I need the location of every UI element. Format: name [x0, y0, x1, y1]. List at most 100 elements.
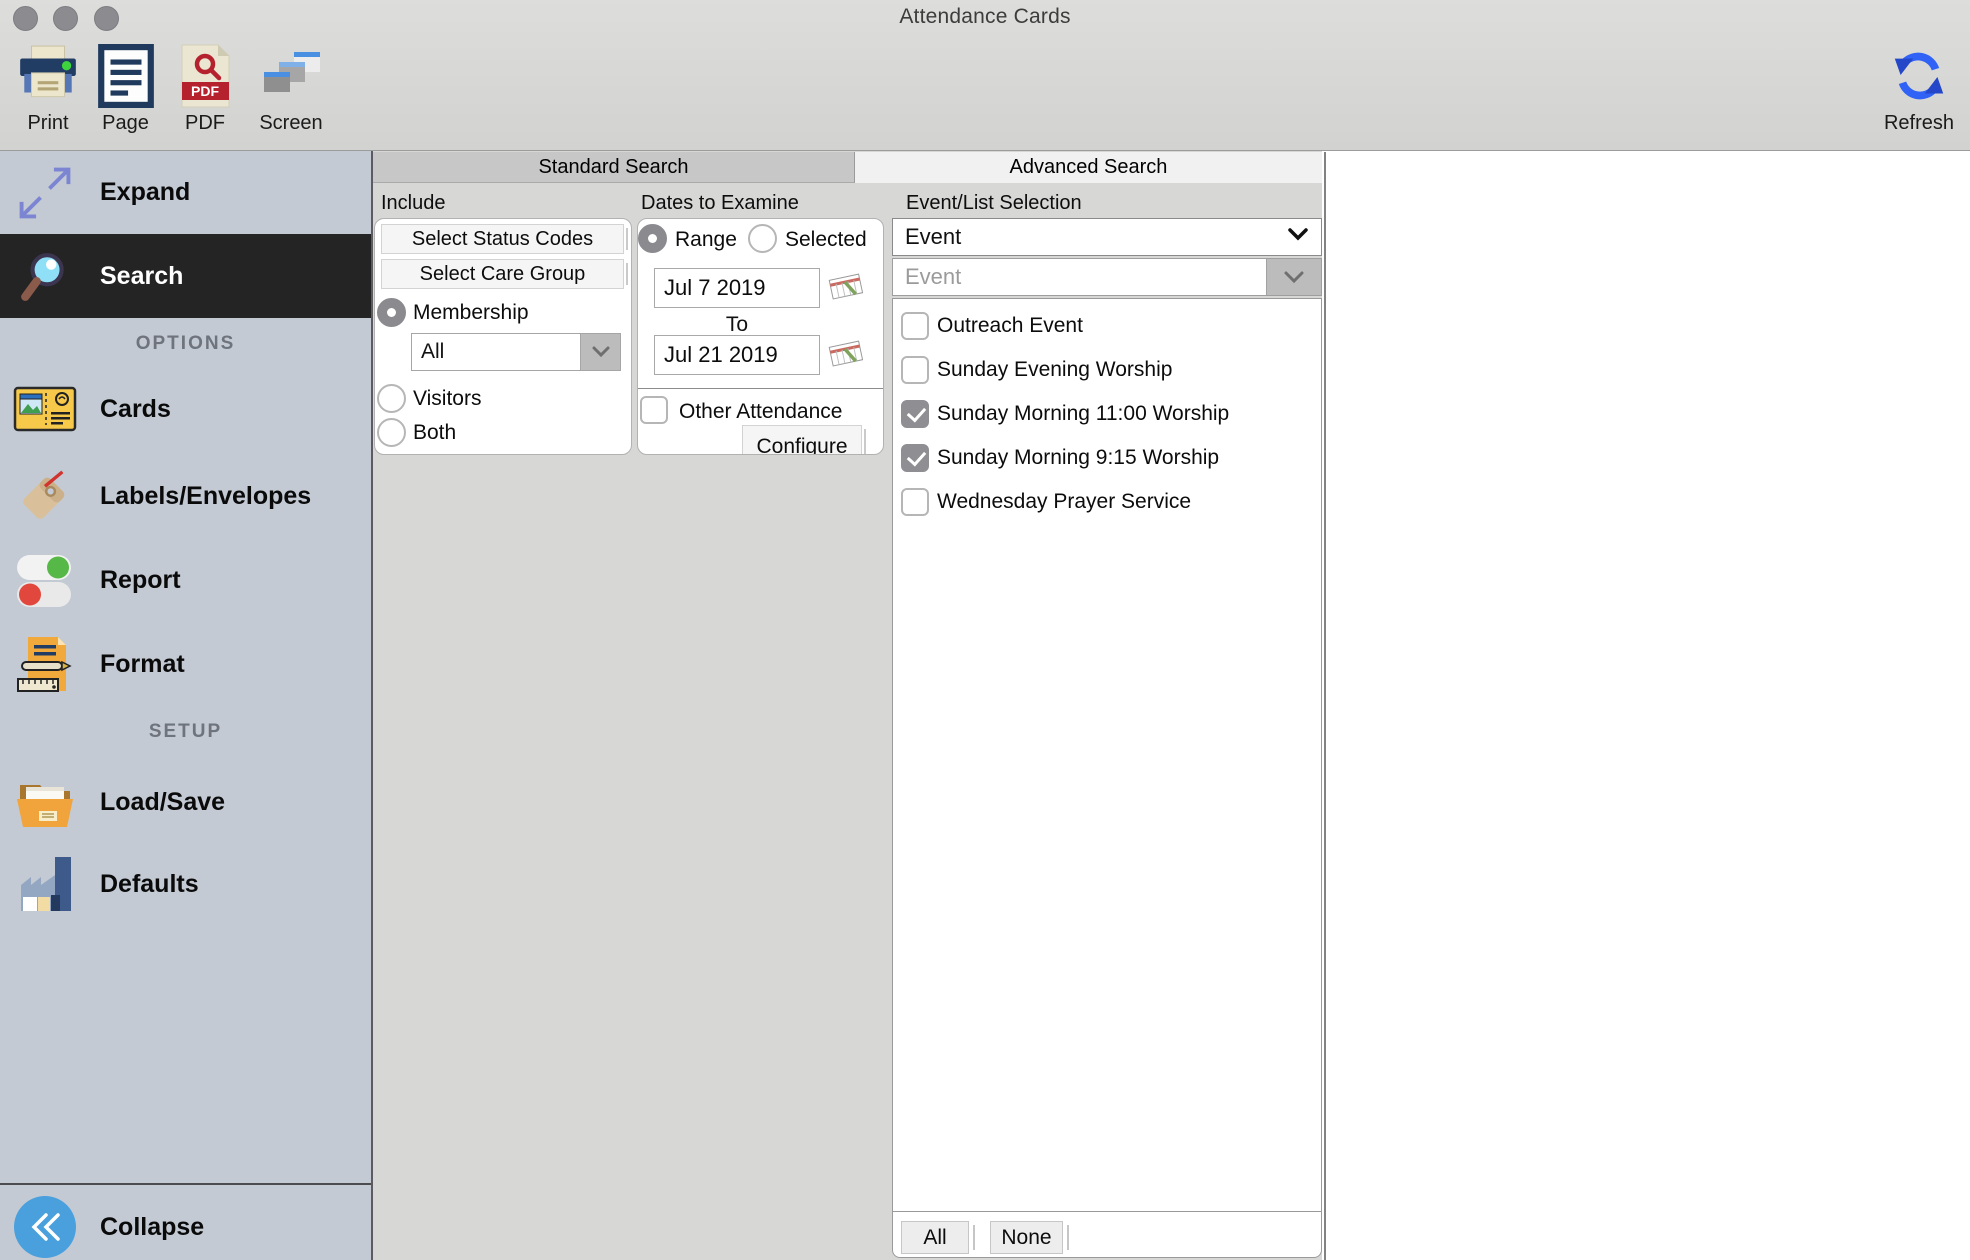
event-checkbox[interactable]: [901, 312, 929, 340]
screen-label: Screen: [246, 112, 336, 135]
page-icon: [88, 42, 163, 110]
chevron-down-icon: [1266, 259, 1321, 295]
dates-panel: Range Selected To: [637, 218, 884, 455]
calendar-icon[interactable]: [826, 272, 866, 304]
screen-button[interactable]: Screen: [246, 42, 336, 135]
event-checkbox[interactable]: [901, 444, 929, 472]
refresh-button[interactable]: Refresh: [1874, 42, 1964, 135]
sidebar-section-options: OPTIONS: [0, 333, 371, 355]
event-checkbox[interactable]: [901, 400, 929, 428]
toggles-icon: [12, 551, 78, 609]
toolbar: Attendance Cards Print: [0, 0, 1970, 151]
range-radio-label: Range: [675, 228, 737, 252]
sidebar-item-label: Expand: [100, 178, 190, 207]
sidebar-item-cards[interactable]: Cards: [0, 379, 371, 439]
sidebar: Expand Search OPTIONS: [0, 151, 373, 1260]
select-all-button[interactable]: All: [901, 1221, 969, 1254]
screen-icon: [246, 42, 336, 110]
selected-radio-label: Selected: [785, 228, 867, 252]
dates-header: Dates to Examine: [641, 192, 799, 215]
sidebar-item-collapse[interactable]: Collapse: [0, 1191, 371, 1260]
pdf-label: PDF: [167, 112, 243, 135]
sidebar-item-label: Format: [100, 650, 185, 679]
sidebar-item-label: Report: [100, 566, 181, 595]
event-row: Sunday Morning 9:15 Worship: [893, 436, 1321, 480]
sidebar-item-label: Load/Save: [100, 788, 225, 817]
membership-filter-dropdown[interactable]: All: [411, 333, 621, 371]
membership-radio[interactable]: [377, 298, 406, 327]
from-date-input[interactable]: [654, 268, 820, 308]
print-button[interactable]: Print: [8, 42, 88, 135]
sidebar-item-load-save[interactable]: Load/Save: [0, 771, 371, 833]
membership-filter-value: All: [421, 340, 444, 364]
visitors-radio[interactable]: [377, 384, 406, 413]
select-care-group-button[interactable]: Select Care Group: [381, 259, 624, 289]
event-row: Sunday Morning 11:00 Worship: [893, 392, 1321, 436]
membership-radio-label: Membership: [413, 301, 529, 325]
sidebar-item-label: Collapse: [100, 1213, 204, 1242]
event-list-dropdown[interactable]: Event: [892, 258, 1322, 296]
pdf-button[interactable]: PDF PDF: [167, 42, 243, 135]
window-title: Attendance Cards: [0, 5, 1970, 29]
event-list-footer-divider: [893, 1211, 1321, 1212]
folder-icon: [12, 773, 78, 831]
chevron-down-icon: [580, 334, 620, 370]
tag-icon: [12, 468, 78, 524]
search-tabs: Standard Search Advanced Search: [373, 152, 1322, 183]
printer-icon: [8, 42, 88, 110]
sidebar-item-expand[interactable]: Expand: [0, 151, 371, 234]
event-row: Outreach Event: [893, 304, 1321, 348]
to-date-input[interactable]: [654, 335, 820, 375]
event-row: Sunday Evening Worship: [893, 348, 1321, 392]
collapse-chevrons-icon: [12, 1195, 78, 1259]
include-panel: Select Status Codes Select Care Group Me…: [374, 218, 632, 455]
event-label: Outreach Event: [937, 314, 1083, 338]
other-attendance-checkbox[interactable]: [640, 396, 668, 424]
select-status-codes-button[interactable]: Select Status Codes: [381, 224, 624, 254]
both-radio-label: Both: [413, 421, 456, 445]
selected-radio[interactable]: [748, 224, 777, 253]
expand-arrows-icon: [12, 164, 78, 222]
select-none-button[interactable]: None: [990, 1221, 1063, 1254]
sidebar-item-label: Labels/Envelopes: [100, 482, 311, 511]
configure-button[interactable]: Configure: [742, 425, 862, 455]
event-label: Sunday Morning 11:00 Worship: [937, 402, 1229, 426]
event-label: Sunday Evening Worship: [937, 358, 1172, 382]
factory-icon: [12, 855, 78, 913]
event-checkbox[interactable]: [901, 356, 929, 384]
events-header: Event/List Selection: [906, 192, 1082, 215]
sidebar-item-label: Defaults: [100, 870, 199, 899]
sidebar-item-format[interactable]: Format: [0, 634, 371, 694]
refresh-icon: [1874, 42, 1964, 110]
event-row: Wednesday Prayer Service: [893, 480, 1321, 524]
event-label: Wednesday Prayer Service: [937, 490, 1191, 514]
print-label: Print: [8, 112, 88, 135]
page-button[interactable]: Page: [88, 42, 163, 135]
results-area: [1324, 152, 1970, 1260]
sidebar-item-label: Cards: [100, 395, 171, 424]
pdf-icon: PDF: [167, 42, 243, 110]
include-header: Include: [381, 192, 446, 215]
both-radio[interactable]: [377, 418, 406, 447]
chevron-down-icon: [1288, 228, 1308, 246]
event-checkbox[interactable]: [901, 488, 929, 516]
event-label: Sunday Morning 9:15 Worship: [937, 446, 1219, 470]
event-type-dropdown[interactable]: Event: [892, 218, 1322, 256]
tab-standard-search[interactable]: Standard Search: [373, 152, 855, 183]
other-attendance-label: Other Attendance: [679, 400, 842, 424]
format-document-icon: [12, 635, 78, 693]
sidebar-item-report[interactable]: Report: [0, 550, 371, 610]
to-label: To: [654, 313, 820, 337]
sidebar-item-defaults[interactable]: Defaults: [0, 853, 371, 915]
tab-advanced-search[interactable]: Advanced Search: [855, 152, 1322, 183]
search-pane: Standard Search Advanced Search Include …: [373, 151, 1322, 1260]
sidebar-item-labels-envelopes[interactable]: Labels/Envelopes: [0, 466, 371, 526]
postcard-icon: [12, 384, 78, 434]
sidebar-item-search[interactable]: Search: [0, 234, 371, 318]
page-label: Page: [88, 112, 163, 135]
event-checkbox-list: Outreach Event Sunday Evening Worship Su…: [892, 298, 1322, 1258]
dates-divider: [638, 388, 883, 389]
calendar-icon[interactable]: [826, 339, 866, 371]
range-radio[interactable]: [638, 224, 667, 253]
visitors-radio-label: Visitors: [413, 387, 481, 411]
